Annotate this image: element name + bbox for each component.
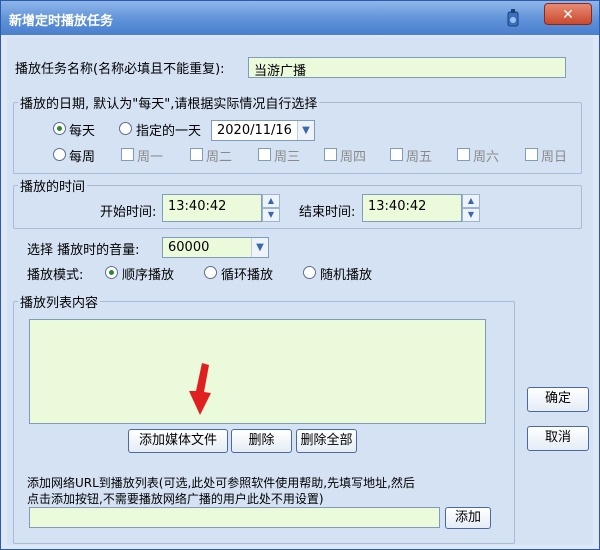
daily-label: 每天 xyxy=(69,124,96,139)
weekday-label-sat: 周六 xyxy=(473,150,500,165)
spin-down-icon[interactable]: ▼ xyxy=(462,208,480,222)
weekday-checkbox-sun[interactable] xyxy=(525,148,538,161)
date-group-legend: 播放的日期, 默认为"每天",请根据实际情况自行选择 xyxy=(20,97,318,112)
window-title: 新增定时播放任务 xyxy=(9,14,114,29)
start-time-label: 开始时间: xyxy=(100,205,157,220)
mode-label-random: 随机播放 xyxy=(320,268,373,283)
url-hint-line-1: 添加网络URL到播放列表(可选,此处可参照软件使用帮助,先填写地址,然后 xyxy=(27,476,415,490)
weekday-label-wed: 周三 xyxy=(274,150,301,165)
dialog-body: 播放任务名称(名称必填且不能重复): 当游广播 播放的日期, 默认为"每天",请… xyxy=(7,37,593,545)
add-media-file-button[interactable]: 添加媒体文件 xyxy=(128,429,228,453)
weekday-checkbox-wed[interactable] xyxy=(258,148,271,161)
weekly-radio[interactable] xyxy=(53,148,66,161)
delete-all-button[interactable]: 删除全部 xyxy=(296,429,357,453)
mode-radio-sequential[interactable] xyxy=(105,266,118,279)
title-bar[interactable]: 新增定时播放任务 ✕ xyxy=(1,1,599,35)
mode-radio-random[interactable] xyxy=(303,266,316,279)
specific-day-label: 指定的一天 xyxy=(136,124,202,139)
playlist-listbox[interactable] xyxy=(29,319,486,424)
weekday-label-tue: 周二 xyxy=(206,150,233,165)
chevron-down-icon[interactable]: ▼ xyxy=(251,238,268,257)
close-icon: ✕ xyxy=(562,7,574,23)
start-time-spinner[interactable]: ▲ ▼ xyxy=(262,194,280,222)
delete-button[interactable]: 删除 xyxy=(231,429,292,453)
close-button[interactable]: ✕ xyxy=(544,3,592,25)
weekday-label-fri: 周五 xyxy=(406,150,433,165)
cancel-button[interactable]: 取消 xyxy=(527,426,589,451)
dialog-window: 新增定时播放任务 ✕ 播放任务名称(名称必填且不能重复): 当游广播 播放的日期… xyxy=(0,0,600,550)
url-input[interactable] xyxy=(29,507,440,528)
speaker-app-icon xyxy=(507,9,519,27)
mode-radio-loop[interactable] xyxy=(204,266,217,279)
volume-label: 选择 播放时的音量: xyxy=(27,243,140,258)
start-time-input[interactable]: 13:40:42 xyxy=(162,194,262,222)
specific-day-radio[interactable] xyxy=(119,122,132,135)
time-group-legend: 播放的时间 xyxy=(20,180,86,195)
weekday-checkbox-fri[interactable] xyxy=(390,148,403,161)
end-time-input[interactable]: 13:40:42 xyxy=(362,194,462,222)
date-picker[interactable]: 2020/11/16 ▼ xyxy=(211,120,315,141)
url-hint-line-2: 点击添加按钮,不需要播放网络广播的用户此处不用设置) xyxy=(27,492,324,506)
mode-label-loop: 循环播放 xyxy=(221,268,274,283)
weekday-label-thu: 周四 xyxy=(340,150,367,165)
spin-up-icon[interactable]: ▲ xyxy=(262,194,280,208)
mode-label: 播放模式: xyxy=(27,268,84,283)
ok-button[interactable]: 确定 xyxy=(527,387,589,412)
volume-select[interactable]: 60000 ▼ xyxy=(162,237,269,258)
chevron-down-icon[interactable]: ▼ xyxy=(297,121,314,140)
playlist-group-legend: 播放列表内容 xyxy=(20,296,99,311)
weekday-label-mon: 周一 xyxy=(137,150,164,165)
weekly-label: 每周 xyxy=(69,150,96,165)
weekday-checkbox-sat[interactable] xyxy=(457,148,470,161)
spin-up-icon[interactable]: ▲ xyxy=(462,194,480,208)
add-url-button[interactable]: 添加 xyxy=(445,507,491,529)
spin-down-icon[interactable]: ▼ xyxy=(262,208,280,222)
weekday-checkbox-tue[interactable] xyxy=(190,148,203,161)
end-time-spinner[interactable]: ▲ ▼ xyxy=(462,194,480,222)
daily-radio[interactable] xyxy=(53,122,66,135)
weekday-checkbox-thu[interactable] xyxy=(324,148,337,161)
mode-label-sequential: 顺序播放 xyxy=(122,268,175,283)
volume-value: 60000 xyxy=(168,240,210,255)
task-name-input[interactable]: 当游广播 xyxy=(248,57,566,79)
end-time-label: 结束时间: xyxy=(299,205,356,220)
task-name-label: 播放任务名称(名称必填且不能重复): xyxy=(15,62,225,77)
time-group: 播放的时间 xyxy=(13,176,582,229)
weekday-checkbox-mon[interactable] xyxy=(121,148,134,161)
weekday-label-sun: 周日 xyxy=(541,150,568,165)
red-arrow-annotation-icon xyxy=(189,363,211,415)
date-value: 2020/11/16 xyxy=(217,123,292,138)
